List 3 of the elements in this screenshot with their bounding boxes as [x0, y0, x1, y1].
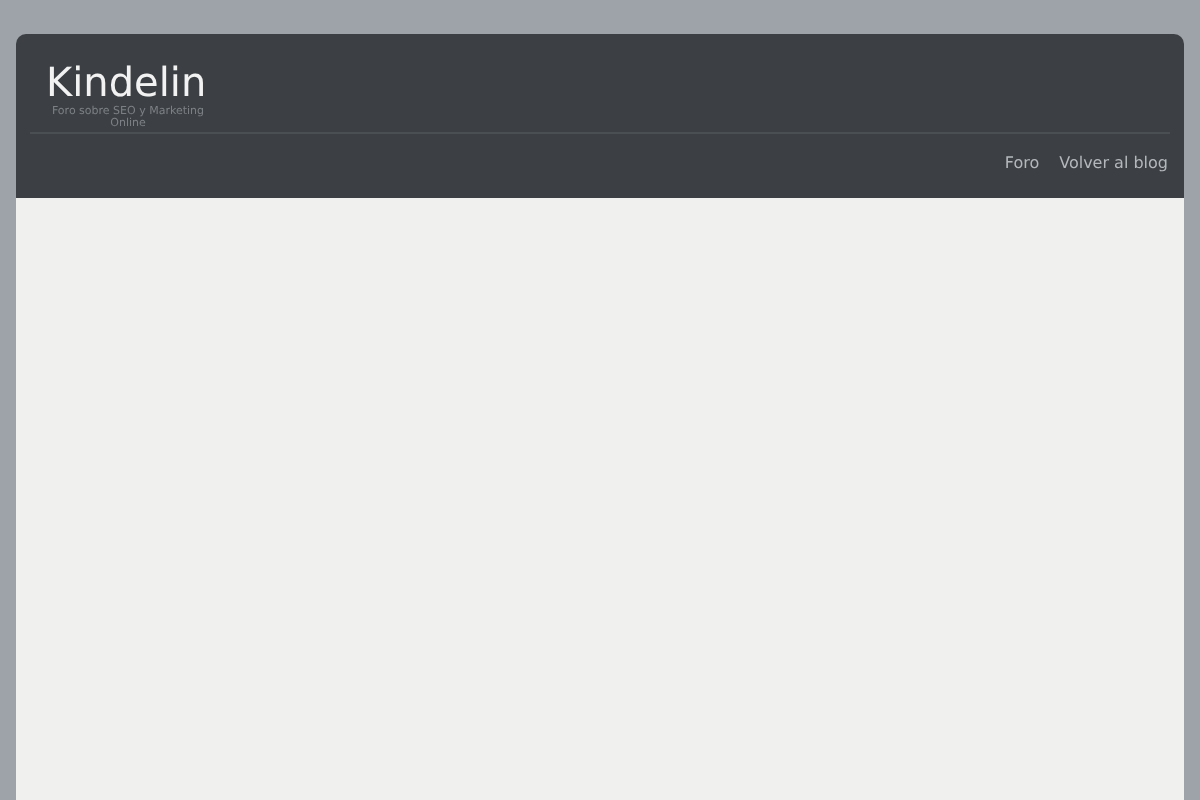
nav-link[interactable]: Foro [1004, 154, 1040, 172]
site-title[interactable]: Kindelin [46, 58, 207, 106]
nav-link[interactable]: Volver al blog [1059, 154, 1168, 172]
